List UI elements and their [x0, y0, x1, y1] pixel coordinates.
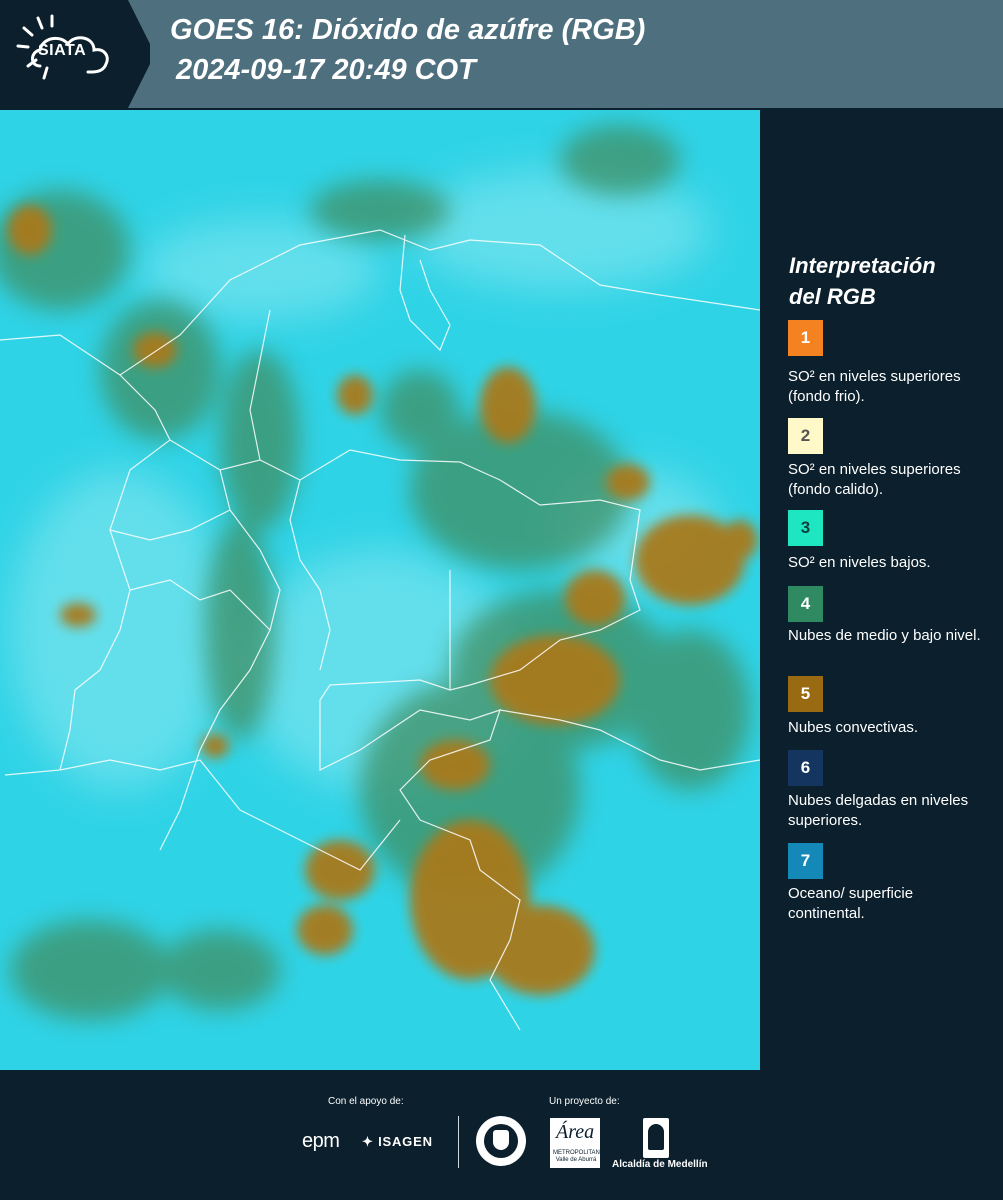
- legend-title: Interpretación del RGB: [789, 250, 989, 312]
- legend-label-1: SO² en niveles superiores (fondo frio).: [788, 368, 961, 405]
- legend-number-5: 5: [800, 684, 811, 703]
- legend-swatch-3: 3: [788, 510, 823, 546]
- legend-number-3: 3: [800, 518, 811, 537]
- legend-label-2: SO² en niveles superiores (fondo calido)…: [788, 461, 961, 498]
- legend-panel: Interpretación del RGB 1 SO² en niveles …: [760, 110, 1003, 1070]
- page-timestamp: 2024-09-17 20:49 COT: [176, 54, 476, 86]
- legend-number-1: 1: [800, 328, 811, 347]
- legend-label-6: Nubes delgadas en niveles superiores.: [788, 792, 969, 829]
- area-logo-text: Área: [556, 1121, 595, 1143]
- legend-swatch-4: 4: [788, 586, 823, 622]
- support-label: Con el apoyo de:: [328, 1096, 404, 1107]
- alcaldia-crest-icon: [643, 1118, 669, 1158]
- area-metropolitana-logo: Área METROPOLITANA Valle de Aburrá: [550, 1118, 604, 1168]
- legend-title-line2: del RGB: [789, 284, 876, 309]
- legend-label-5: Nubes convectivas.: [788, 719, 919, 736]
- legend-number-7: 7: [800, 851, 811, 870]
- legend-swatch-1: 1: [788, 320, 823, 356]
- legend-label-4: Nubes de medio y bajo nivel.: [788, 627, 981, 644]
- legend-title-line1: Interpretación: [789, 253, 936, 278]
- legend-swatch-2: 2: [788, 418, 823, 454]
- legend-swatch-5: 5: [788, 676, 823, 712]
- legend-number-4: 4: [800, 594, 811, 613]
- satellite-map: [0, 110, 760, 1070]
- epm-logo: epm: [302, 1130, 340, 1152]
- legend-swatch-7: 7: [788, 843, 823, 879]
- legend-number-2: 2: [800, 426, 811, 445]
- medellin-seal-logo: [476, 1116, 526, 1166]
- footer-divider: [458, 1116, 459, 1168]
- header-bar: SIATA GOES 16: Dióxido de azúfre (RGB) 2…: [0, 0, 1003, 108]
- area-logo-sub: METROPOLITANA Valle de Aburrá: [553, 1150, 604, 1163]
- page-title: GOES 16: Dióxido de azúfre (RGB): [170, 14, 646, 46]
- legend-swatch-6: 6: [788, 750, 823, 786]
- project-label: Un proyecto de:: [549, 1096, 620, 1107]
- legend-label-3: SO² en niveles bajos.: [788, 554, 931, 571]
- legend-label-7: Oceano/ superficie continental.: [788, 885, 914, 922]
- legend-number-6: 6: [800, 758, 811, 777]
- footer: Con el apoyo de: Un proyecto de: epm ✦ I…: [0, 1070, 1003, 1200]
- siata-logo-text: SIATA: [38, 42, 87, 59]
- alcaldia-label: Alcaldía de Medellín: [612, 1159, 708, 1170]
- isagen-logo: ✦ ISAGEN: [362, 1134, 433, 1149]
- isagen-logo-text: ISAGEN: [378, 1134, 433, 1149]
- siata-logo: SIATA: [0, 0, 150, 108]
